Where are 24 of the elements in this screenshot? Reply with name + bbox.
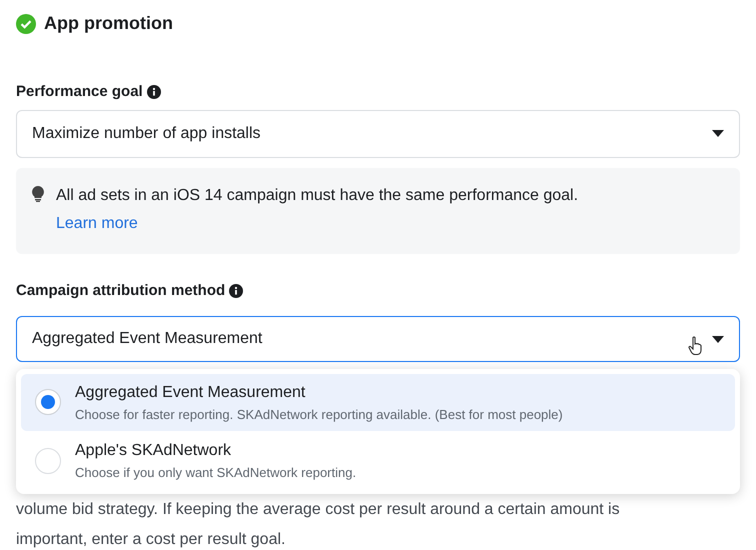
check-circle-icon: [16, 14, 36, 34]
hand-cursor-icon: [688, 336, 704, 356]
radio-button[interactable]: [35, 389, 61, 416]
lightbulb-icon: [32, 186, 44, 202]
field-label: Campaign attribution method: [16, 280, 226, 300]
option-description: Choose if you only want SKAdNetwork reporting.: [75, 464, 356, 482]
section-title: App promotion: [44, 12, 173, 35]
menu-option[interactable]: Apple's SKAdNetwork Choose if you only want SKAdNetwork reporting.: [21, 432, 735, 489]
option-title: Aggregated Event Measurement: [75, 382, 306, 402]
info-icon[interactable]: [229, 284, 244, 298]
radio-button[interactable]: [35, 448, 61, 474]
info-icon[interactable]: [146, 85, 161, 100]
option-description: Choose for faster reporting. SKAdNetwork reporting available. (Best for most people): [75, 406, 563, 424]
menu-option[interactable]: Aggregated Event Measurement Choose for faster reporting. SKAdNetwork reporting available. (Best for most people): [21, 374, 735, 430]
notice-text: All ad sets in an iOS 14 campaign must have the same performance goal.: [56, 186, 578, 206]
help-text: important, enter a cost per result goal.: [16, 530, 286, 550]
help-text: volume bid strategy. If keeping the average cost per result around a certain amount is: [16, 500, 621, 520]
field-label: Performance goal: [16, 82, 143, 102]
caret-icon: [712, 130, 724, 137]
learn-more-link[interactable]: Learn more: [56, 212, 138, 236]
caret-icon: [712, 336, 724, 342]
attribution-dropdown[interactable]: Aggregated Event Measurement: [16, 316, 740, 362]
goal-dropdown[interactable]: Maximize number of app installs: [16, 110, 740, 158]
option-title: Apple's SKAdNetwork: [75, 441, 232, 461]
